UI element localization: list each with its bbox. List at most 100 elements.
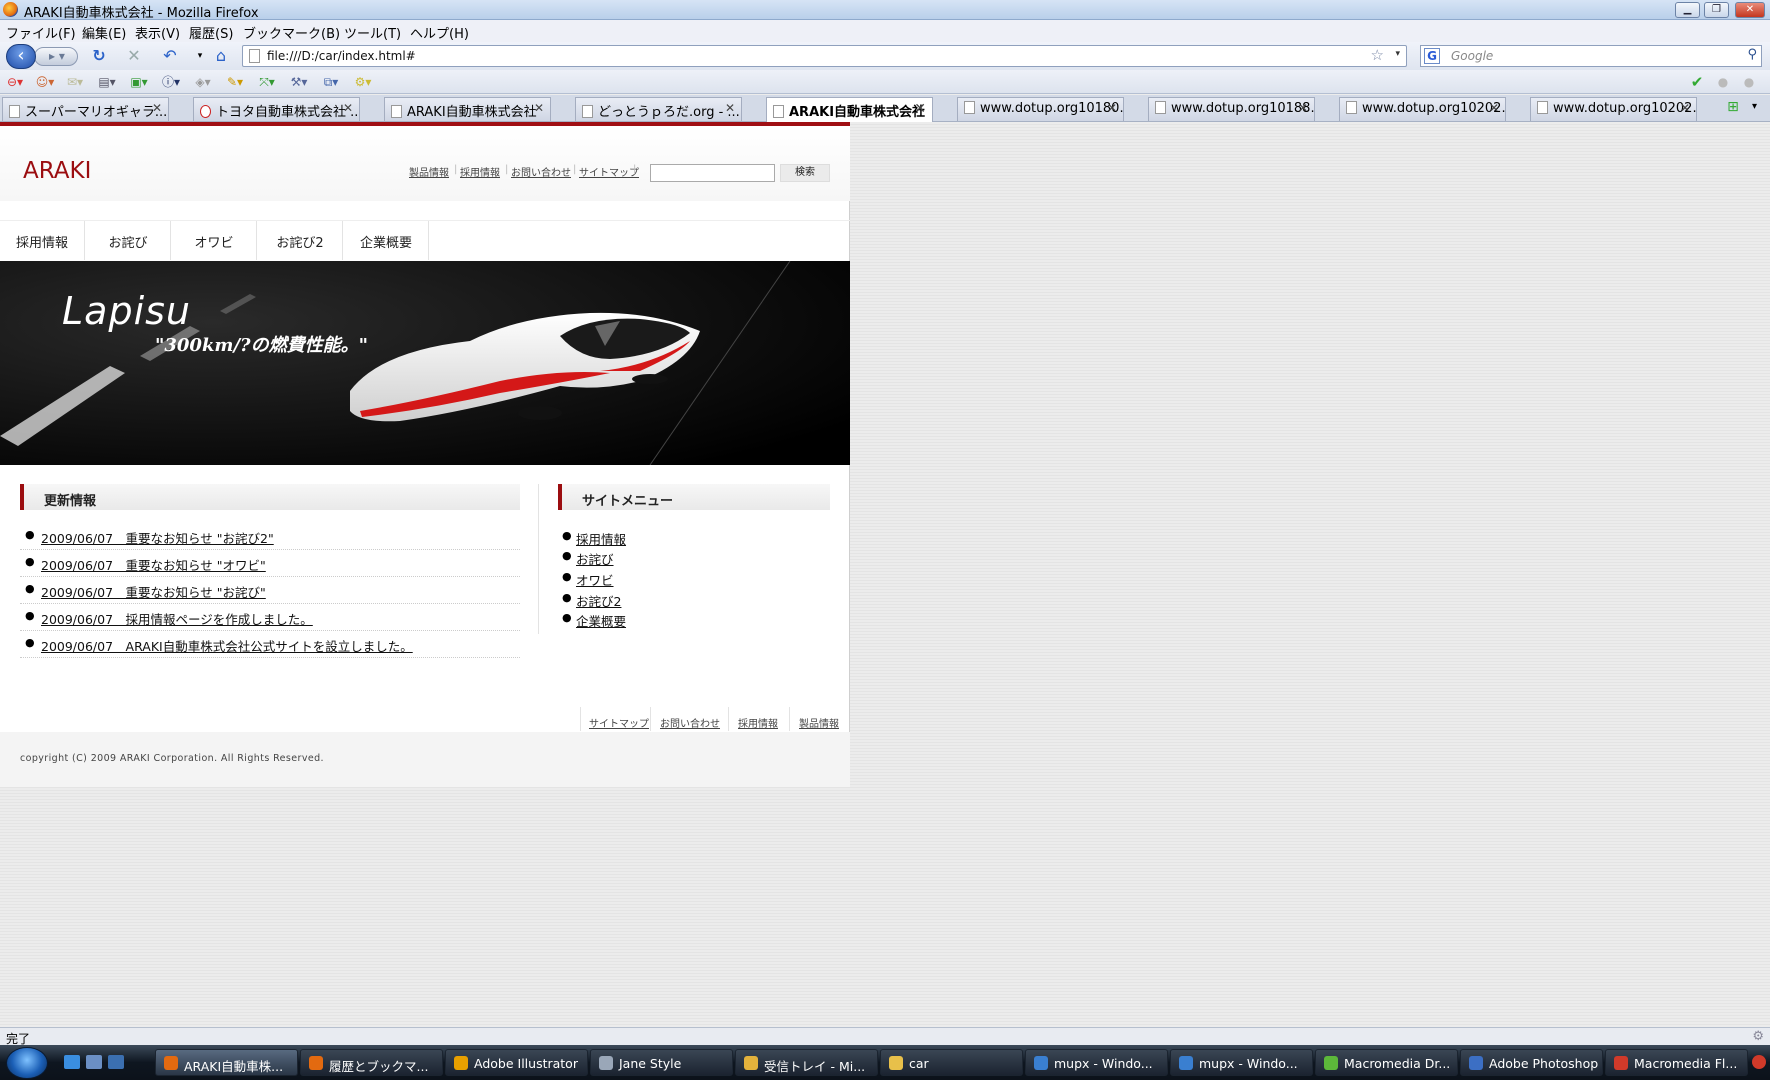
close-tab-icon[interactable]: ✕ [1107,101,1117,115]
menu-file[interactable]: ファイル(F) [6,23,76,42]
taskbar-item-firefox[interactable]: ARAKI自動車株... [155,1049,298,1076]
restore-button[interactable]: ❐ [1704,2,1729,18]
search-bar[interactable]: G Google ⚲ [1420,45,1762,67]
form-icon[interactable]: ▤▾ [96,74,118,90]
back-button[interactable]: ‹ [6,44,36,69]
taskbar-item-illustrator[interactable]: Adobe Illustrator [445,1049,588,1076]
options-icon[interactable]: ⚙▾ [352,74,374,90]
footer-link-recruit[interactable]: 採用情報 [738,715,778,730]
source-icon[interactable]: ⧉▾ [320,74,342,90]
google-engine-icon[interactable]: G [1424,48,1440,64]
header-link-products[interactable]: 製品情報 [409,164,449,179]
news-item[interactable]: ● 2009/06/07 ARAKI自動車株式会社公式サイトを設立しました。 [20,631,520,658]
close-window-button[interactable]: ✕ [1735,2,1765,18]
header-link-recruit[interactable]: 採用情報 [460,164,500,179]
sitemenu-link[interactable]: 企業概要 [576,611,626,630]
news-link[interactable]: 2009/06/07 ARAKI自動車株式会社公式サイトを設立しました。 [41,636,413,655]
menu-help[interactable]: ヘルプ(H) [410,23,469,42]
tab-araki-1[interactable]: ARAKI自動車株式会社 ✕ [384,97,551,121]
bookmark-star-icon[interactable]: ☆ [1371,46,1384,64]
close-tab-icon[interactable]: ✕ [914,101,926,117]
news-link[interactable]: 2009/06/07 重要なお知らせ "オワビ" [41,555,266,574]
forward-button[interactable]: ▸ ▾ [34,47,78,66]
status-dot-icon[interactable]: ● [1712,74,1734,90]
start-button[interactable] [6,1047,48,1079]
tab-araki-active[interactable]: ARAKI自動車株式会社 ✕ [766,97,933,122]
close-tab-icon[interactable]: ✕ [1489,101,1499,115]
tab-toyota[interactable]: トヨタ自動車株式会社 ... ✕ [193,97,360,121]
menu-history[interactable]: 履歴(S) [189,23,233,42]
close-tab-icon[interactable]: ✕ [534,101,544,115]
validation-check-icon[interactable]: ✔ [1686,74,1708,90]
show-desktop-icon[interactable] [108,1055,124,1069]
close-tab-icon[interactable]: ✕ [152,101,162,115]
taskbar-item-mupx-2[interactable]: mupx - Windo... [1170,1049,1313,1076]
news-item[interactable]: ● 2009/06/07 重要なお知らせ "お詫び" [20,577,520,604]
tab-mario[interactable]: スーパーマリオギャラ... ✕ [2,97,169,121]
site-logo[interactable]: ARAKI [23,158,91,184]
menu-edit[interactable]: 編集(E) [82,23,126,42]
footer-link-contact[interactable]: お問い合わせ [660,715,720,730]
search-icon[interactable]: ⚲ [1747,47,1757,62]
user-icon[interactable]: ☺▾ [34,74,56,90]
gnav-apology-2[interactable]: お詫び2 [258,221,343,260]
pencil-icon[interactable]: ✎▾ [224,74,246,90]
url-text[interactable]: file:///D:/car/index.html# [267,49,416,63]
header-link-contact[interactable]: お問い合わせ [511,164,571,179]
tools-icon[interactable]: ⚒▾ [288,74,310,90]
taskbar-item-car-folder[interactable]: car [880,1049,1023,1076]
taskbar-item-photoshop[interactable]: Adobe Photoshop [1460,1049,1603,1076]
site-search-button[interactable]: 検索 [780,164,830,182]
sitemenu-link[interactable]: オワビ [576,570,614,589]
ie-icon[interactable] [64,1055,80,1069]
gear-icon[interactable]: ⚙ [1752,1029,1764,1044]
tab-dotup-uploader[interactable]: どっとうｐろだ.org - ... ✕ [575,97,742,121]
home-icon[interactable]: ⌂ [211,47,231,65]
dropdown-arrow-icon[interactable]: ▾ [190,47,210,65]
stop-icon[interactable]: ✕ [124,47,144,65]
news-item[interactable]: ● 2009/06/07 重要なお知らせ "お詫び2" [20,523,520,550]
tab-dotup-3[interactable]: www.dotup.org10202... ✕ [1339,97,1506,121]
menu-view[interactable]: 表示(V) [135,23,180,42]
url-dropdown-icon[interactable]: ▾ [1395,49,1400,59]
footer-link-products[interactable]: 製品情報 [799,715,839,730]
news-link[interactable]: 2009/06/07 採用情報ページを作成しました。 [41,609,313,628]
status-dot-icon-2[interactable]: ● [1738,74,1760,90]
sitemenu-link[interactable]: 採用情報 [576,529,626,548]
close-tab-icon[interactable]: ✕ [1298,101,1308,115]
news-link[interactable]: 2009/06/07 重要なお知らせ "お詫び2" [41,528,274,547]
gnav-recruit[interactable]: 採用情報 [0,221,85,260]
site-search-input[interactable] [650,164,775,182]
header-link-sitemap[interactable]: サイトマップ [579,164,639,179]
resize-icon[interactable]: ⤧▾ [256,74,278,90]
reload-icon[interactable]: ↻ [89,47,109,65]
close-tab-icon[interactable]: ✕ [1680,101,1690,115]
sitemenu-link[interactable]: お詫び [576,549,614,568]
image-icon[interactable]: ▣▾ [128,74,150,90]
overflow-app-icon[interactable] [1752,1055,1766,1069]
taskbar-item-history[interactable]: 履歴とブックマ... [300,1049,443,1076]
menu-bookmarks[interactable]: ブックマーク(B) [243,23,340,42]
close-tab-icon[interactable]: ✕ [725,101,735,115]
taskbar-item-flash[interactable]: Macromedia Fl... [1605,1049,1748,1076]
cube-icon[interactable]: ◈▾ [192,74,214,90]
taskbar-item-jane-style[interactable]: Jane Style [590,1049,733,1076]
undo-close-tab-icon[interactable]: ↶ [160,47,180,65]
url-bar[interactable]: file:///D:/car/index.html# ☆ ▾ [242,45,1407,67]
news-link[interactable]: 2009/06/07 重要なお知らせ "お詫び" [41,582,266,601]
explorer-icon[interactable] [86,1055,102,1069]
tab-dotup-2[interactable]: www.dotup.org10188... ✕ [1148,97,1315,121]
taskbar-item-dreamweaver[interactable]: Macromedia Dr... [1315,1049,1458,1076]
block-icon[interactable]: ⊖▾ [4,74,26,90]
minimize-button[interactable]: ▁ [1675,2,1700,18]
news-item[interactable]: ● 2009/06/07 重要なお知らせ "オワビ" [20,550,520,577]
gnav-company[interactable]: 企業概要 [344,221,429,260]
taskbar-item-inbox[interactable]: 受信トレイ - Mi... [735,1049,878,1076]
tab-list-icon[interactable]: ▾ [1752,101,1757,112]
gnav-owabi[interactable]: オワビ [172,221,257,260]
gnav-apology[interactable]: お詫び [86,221,171,260]
news-item[interactable]: ● 2009/06/07 採用情報ページを作成しました。 [20,604,520,631]
mail-icon[interactable]: ✉▾ [64,74,86,90]
taskbar-item-mupx-1[interactable]: mupx - Windo... [1025,1049,1168,1076]
info-icon[interactable]: ⓘ▾ [160,74,182,90]
